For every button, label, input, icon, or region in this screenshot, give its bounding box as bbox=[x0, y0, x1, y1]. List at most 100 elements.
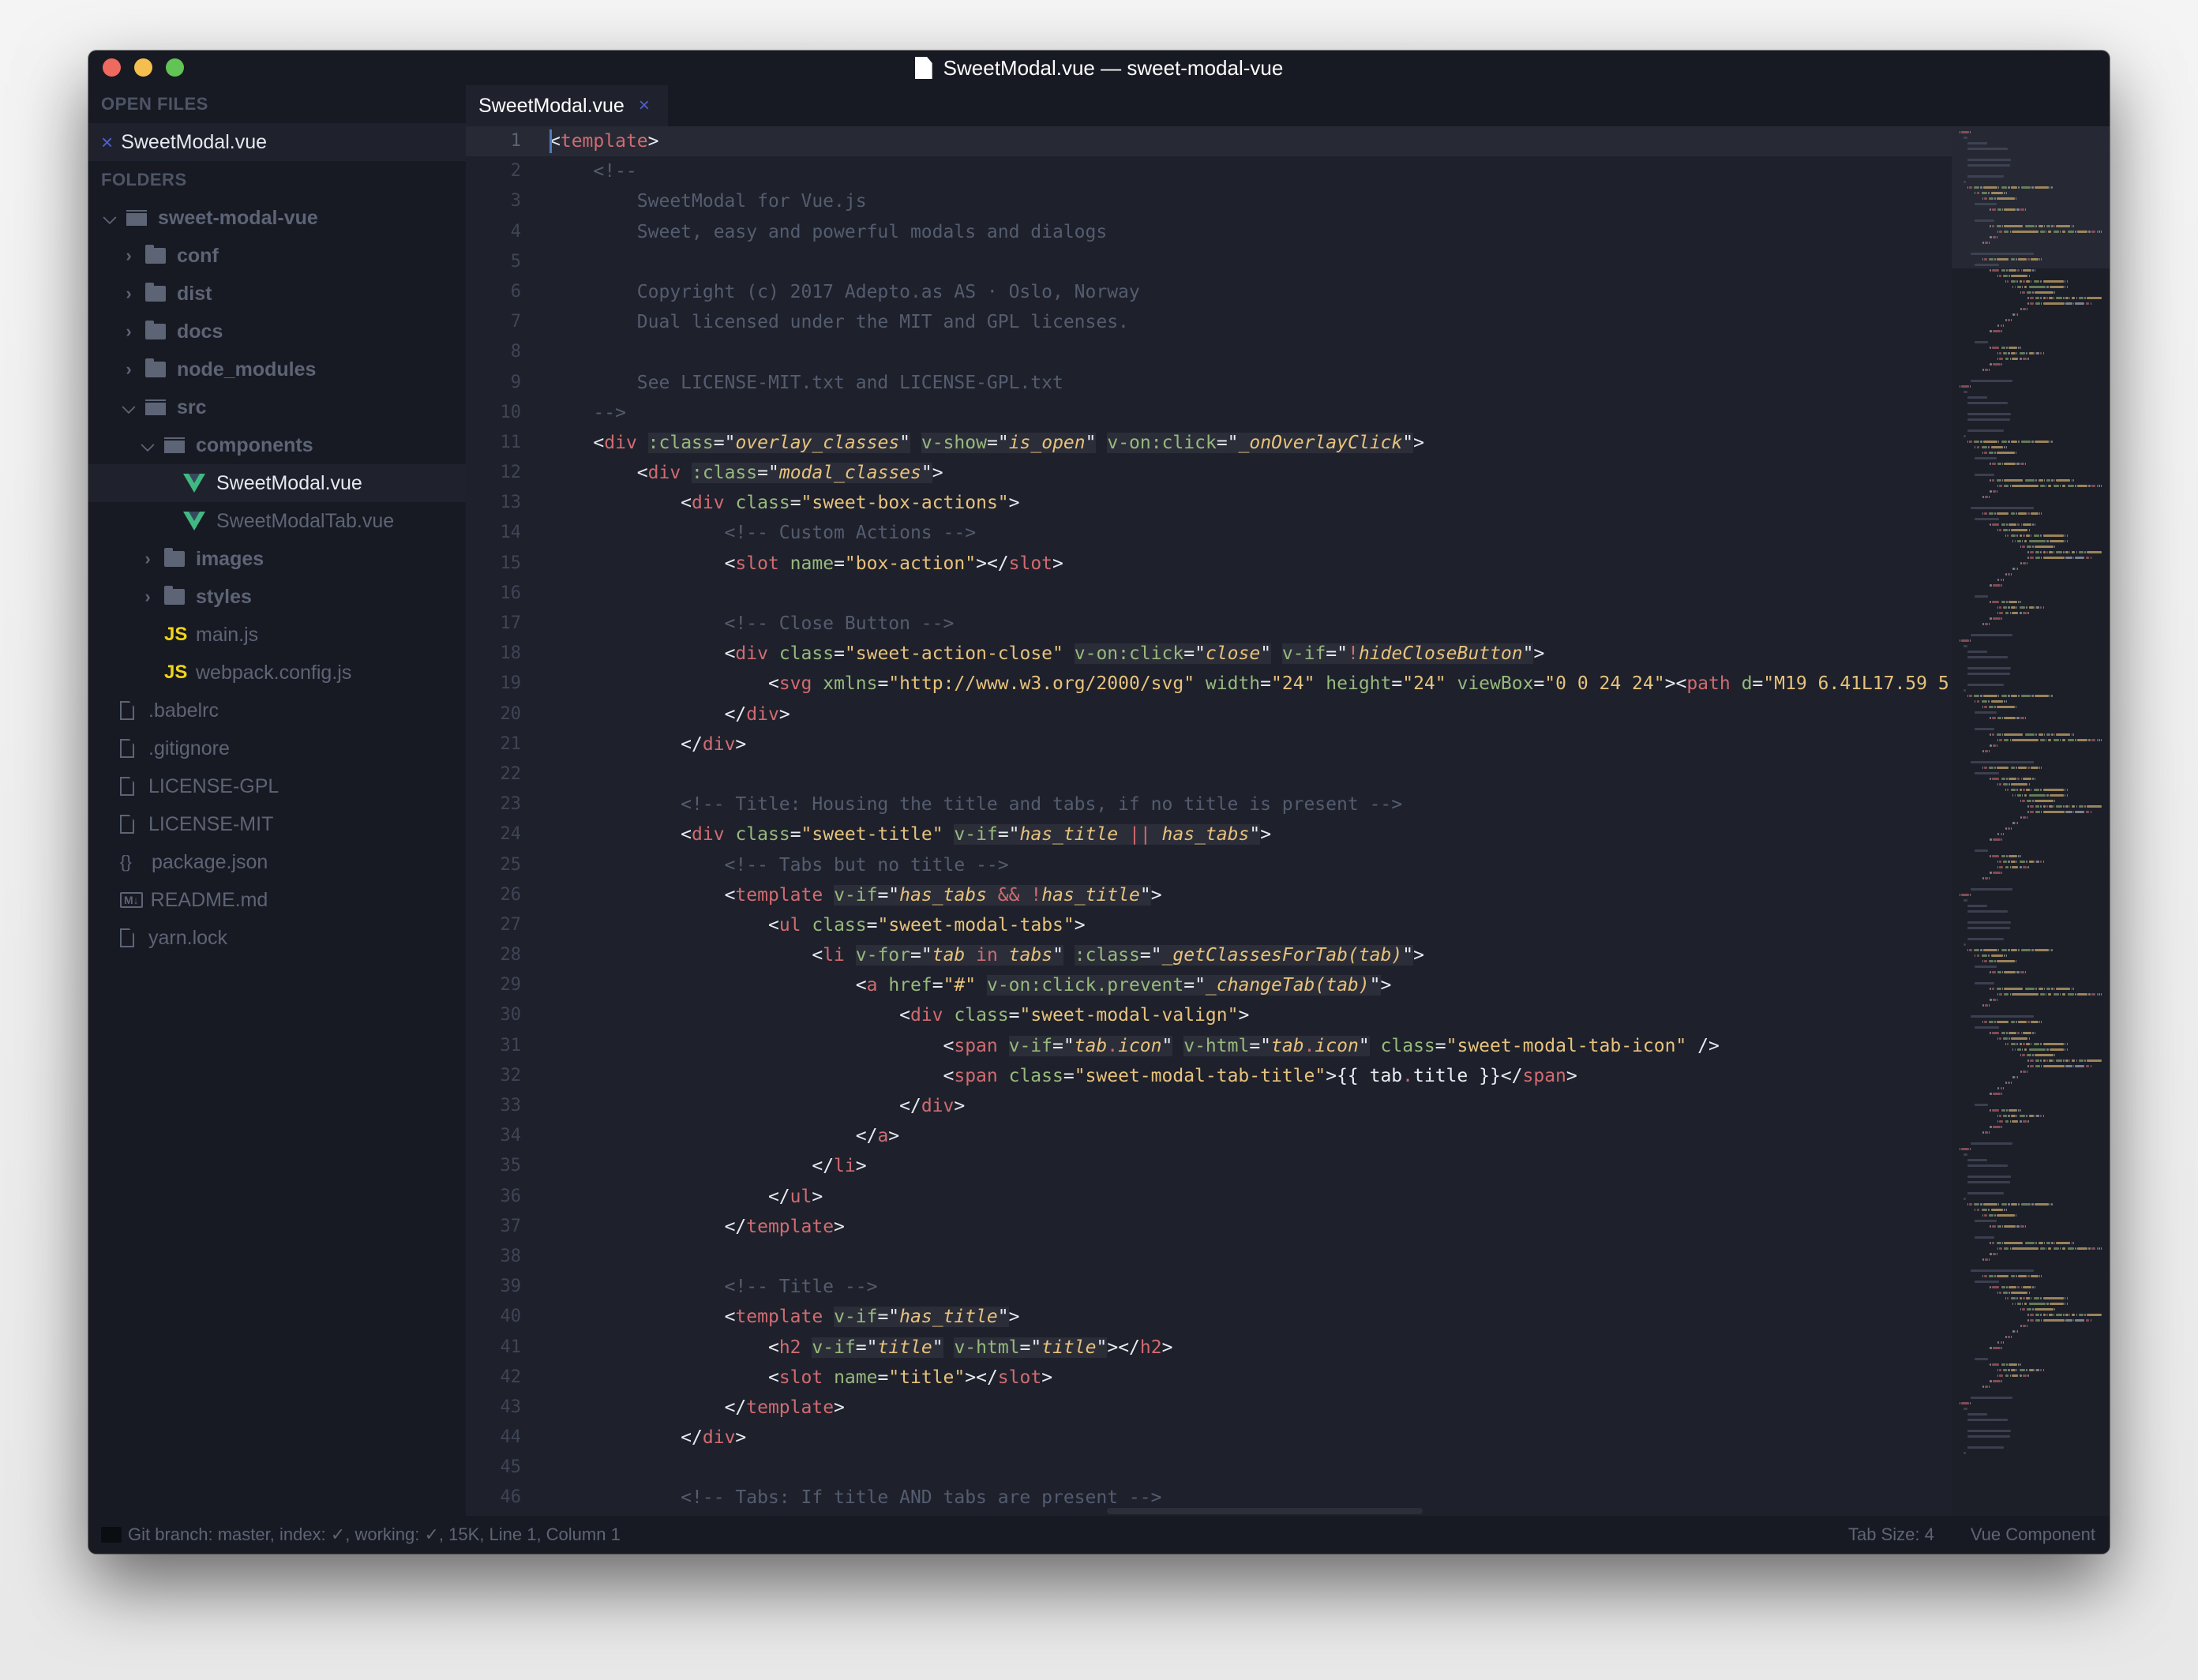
code-line[interactable] bbox=[538, 579, 1952, 609]
code-line[interactable]: --> bbox=[538, 398, 1952, 428]
chevron-right-icon[interactable]: › bbox=[120, 246, 137, 266]
minimap-mark bbox=[1993, 1380, 2001, 1382]
chevron-down-icon[interactable]: ⌵ bbox=[139, 435, 156, 456]
code-line[interactable]: Sweet, easy and powerful modals and dial… bbox=[538, 217, 1952, 247]
tree-item[interactable]: LICENSE-MIT bbox=[88, 805, 466, 843]
tree-item[interactable]: ›JSmain.js bbox=[88, 616, 466, 654]
code-line[interactable]: <!-- Custom Actions --> bbox=[538, 518, 1952, 548]
chevron-right-icon[interactable]: › bbox=[139, 587, 156, 607]
code-line[interactable] bbox=[538, 1242, 1952, 1272]
code-line[interactable]: <svg xmlns="http://www.w3.org/2000/svg" … bbox=[538, 669, 1952, 699]
open-file-item[interactable]: × SweetModal.vue bbox=[88, 123, 466, 161]
minimap[interactable] bbox=[1952, 126, 2110, 1516]
tree-item[interactable]: ›SweetModal.vue bbox=[88, 464, 466, 502]
code-line[interactable]: <a href="#" v-on:click.prevent="_changeT… bbox=[538, 970, 1952, 1000]
code-line[interactable] bbox=[538, 1453, 1952, 1483]
minimize-window-button[interactable] bbox=[134, 58, 152, 77]
code-line[interactable]: <slot name="title"></slot> bbox=[538, 1363, 1952, 1393]
code-line[interactable]: <!-- Close Button --> bbox=[538, 609, 1952, 639]
code-line[interactable]: </div> bbox=[538, 1423, 1952, 1453]
chevron-right-icon[interactable]: › bbox=[120, 359, 137, 380]
code-line[interactable]: <div class="sweet-title" v-if="has_title… bbox=[538, 819, 1952, 849]
tree-item[interactable]: ⌵ sweet-modal-vue bbox=[88, 199, 466, 237]
tree-item[interactable]: › conf bbox=[88, 237, 466, 275]
code-line[interactable]: </template> bbox=[538, 1212, 1952, 1242]
code-line[interactable]: <span v-if="tab.icon" v-html="tab.icon" … bbox=[538, 1031, 1952, 1061]
code-line[interactable]: </li> bbox=[538, 1151, 1952, 1181]
close-file-icon[interactable]: × bbox=[101, 130, 113, 155]
tree-item[interactable]: ⌵ src bbox=[88, 388, 466, 426]
chevron-right-icon[interactable]: › bbox=[120, 283, 137, 304]
tree-item[interactable]: ›JSwebpack.config.js bbox=[88, 654, 466, 692]
close-tab-icon[interactable]: × bbox=[639, 95, 650, 117]
minimap-mark bbox=[2040, 1115, 2042, 1117]
tree-item[interactable]: M↓ README.md bbox=[88, 881, 466, 919]
code-line[interactable]: <div :class="overlay_classes" v-show="is… bbox=[538, 428, 1952, 458]
tree-item[interactable]: › docs bbox=[88, 313, 466, 351]
code-line[interactable]: <!-- Title --> bbox=[538, 1272, 1952, 1302]
minimap-mark bbox=[2000, 324, 2002, 327]
tree-item[interactable]: {} package.json bbox=[88, 843, 466, 881]
tree-item[interactable]: ›SweetModalTab.vue bbox=[88, 502, 466, 540]
chevron-down-icon[interactable]: ⌵ bbox=[120, 397, 137, 418]
code-line[interactable]: </ul> bbox=[538, 1182, 1952, 1212]
code-line[interactable]: <!-- bbox=[538, 156, 1952, 186]
maximize-window-button[interactable] bbox=[166, 58, 184, 77]
code-line[interactable] bbox=[538, 759, 1952, 789]
chevron-down-icon[interactable]: ⌵ bbox=[101, 208, 118, 228]
chevron-right-icon[interactable]: › bbox=[139, 549, 156, 569]
minimap-mark bbox=[2053, 1247, 2059, 1250]
tree-item[interactable]: ⌵ components bbox=[88, 426, 466, 464]
code-line[interactable]: <span class="sweet-modal-tab-title">{{ t… bbox=[538, 1061, 1952, 1091]
code-line[interactable] bbox=[538, 337, 1952, 367]
code-line[interactable]: </div> bbox=[538, 1091, 1952, 1121]
horizontal-scrollbar[interactable] bbox=[1107, 1508, 1423, 1514]
code-line[interactable]: <slot name="box-action"></slot> bbox=[538, 549, 1952, 579]
tree-item[interactable]: LICENSE-GPL bbox=[88, 767, 466, 805]
tree-item[interactable]: › styles bbox=[88, 578, 466, 616]
code-line[interactable]: <div class="sweet-action-close" v-on:cli… bbox=[538, 639, 1952, 669]
close-window-button[interactable] bbox=[103, 58, 121, 77]
tree-item[interactable]: .gitignore bbox=[88, 729, 466, 767]
minimap-mark bbox=[2001, 778, 2005, 780]
panel-toggle-icon[interactable] bbox=[101, 1527, 122, 1543]
syntax-indicator[interactable]: Vue Component bbox=[1971, 1524, 2095, 1545]
code-line[interactable]: <div class="sweet-modal-valign"> bbox=[538, 1000, 1952, 1030]
code-line[interactable]: See LICENSE-MIT.txt and LICENSE-GPL.txt bbox=[538, 368, 1952, 398]
code-line[interactable]: <template v-if="has_title"> bbox=[538, 1302, 1952, 1332]
code-line[interactable] bbox=[538, 247, 1952, 277]
code-editor[interactable]: 1 2 3 4 5 6 7 8 9 10 11 12 13 14 15 16 17 18 19 20 21 22 23 24 2… bbox=[466, 126, 2110, 1516]
code-line[interactable]: <template v-if="has_tabs && !has_title"> bbox=[538, 880, 1952, 910]
tab-size-indicator[interactable]: Tab Size: 4 bbox=[1848, 1524, 1934, 1545]
chevron-right-icon[interactable]: › bbox=[120, 321, 137, 342]
code-line[interactable]: </div> bbox=[538, 729, 1952, 759]
code-line[interactable]: </div> bbox=[538, 699, 1952, 729]
code-line[interactable]: <li v-for="tab in tabs" :class="_getClas… bbox=[538, 940, 1952, 970]
minimap-mark bbox=[1997, 1225, 2001, 1228]
minimap-mark bbox=[2018, 186, 2020, 189]
minimap-mark bbox=[2014, 794, 2016, 797]
code-token: title }}</ bbox=[1413, 1065, 1523, 1086]
tree-item[interactable]: › images bbox=[88, 540, 466, 578]
code-line[interactable]: SweetModal for Vue.js bbox=[538, 186, 1952, 216]
minimap-mark bbox=[2010, 275, 2028, 277]
code-token: "sweet-modal-valign" bbox=[1019, 1005, 1239, 1026]
code-line[interactable]: Dual licensed under the MIT and GPL lice… bbox=[538, 307, 1952, 337]
code-line[interactable]: <h2 v-if="title" v-html="title"></h2> bbox=[538, 1333, 1952, 1363]
tree-item[interactable]: › dist bbox=[88, 275, 466, 313]
code-line[interactable]: <template> bbox=[538, 126, 1952, 157]
tab-sweetmodal-vue[interactable]: SweetModal.vue × bbox=[466, 85, 668, 126]
tree-item[interactable]: › node_modules bbox=[88, 351, 466, 388]
code-line[interactable]: <div class="sweet-box-actions"> bbox=[538, 488, 1952, 518]
code-line[interactable]: </template> bbox=[538, 1393, 1952, 1423]
code-line[interactable]: </a> bbox=[538, 1121, 1952, 1151]
code-line[interactable]: <!-- Tabs but no title --> bbox=[538, 850, 1952, 880]
code-line[interactable]: <!-- Title: Housing the title and tabs, … bbox=[538, 789, 1952, 819]
tree-item[interactable]: .babelrc bbox=[88, 692, 466, 729]
code-line[interactable]: <div :class="modal_classes"> bbox=[538, 458, 1952, 488]
code-line[interactable]: <ul class="sweet-modal-tabs"> bbox=[538, 910, 1952, 940]
code-line[interactable]: Copyright (c) 2017 Adepto.as AS · Oslo, … bbox=[538, 277, 1952, 307]
tree-item[interactable]: yarn.lock bbox=[88, 919, 466, 957]
code-area[interactable]: <template> <!-- SweetModal for Vue.js Sw… bbox=[538, 126, 1952, 1516]
